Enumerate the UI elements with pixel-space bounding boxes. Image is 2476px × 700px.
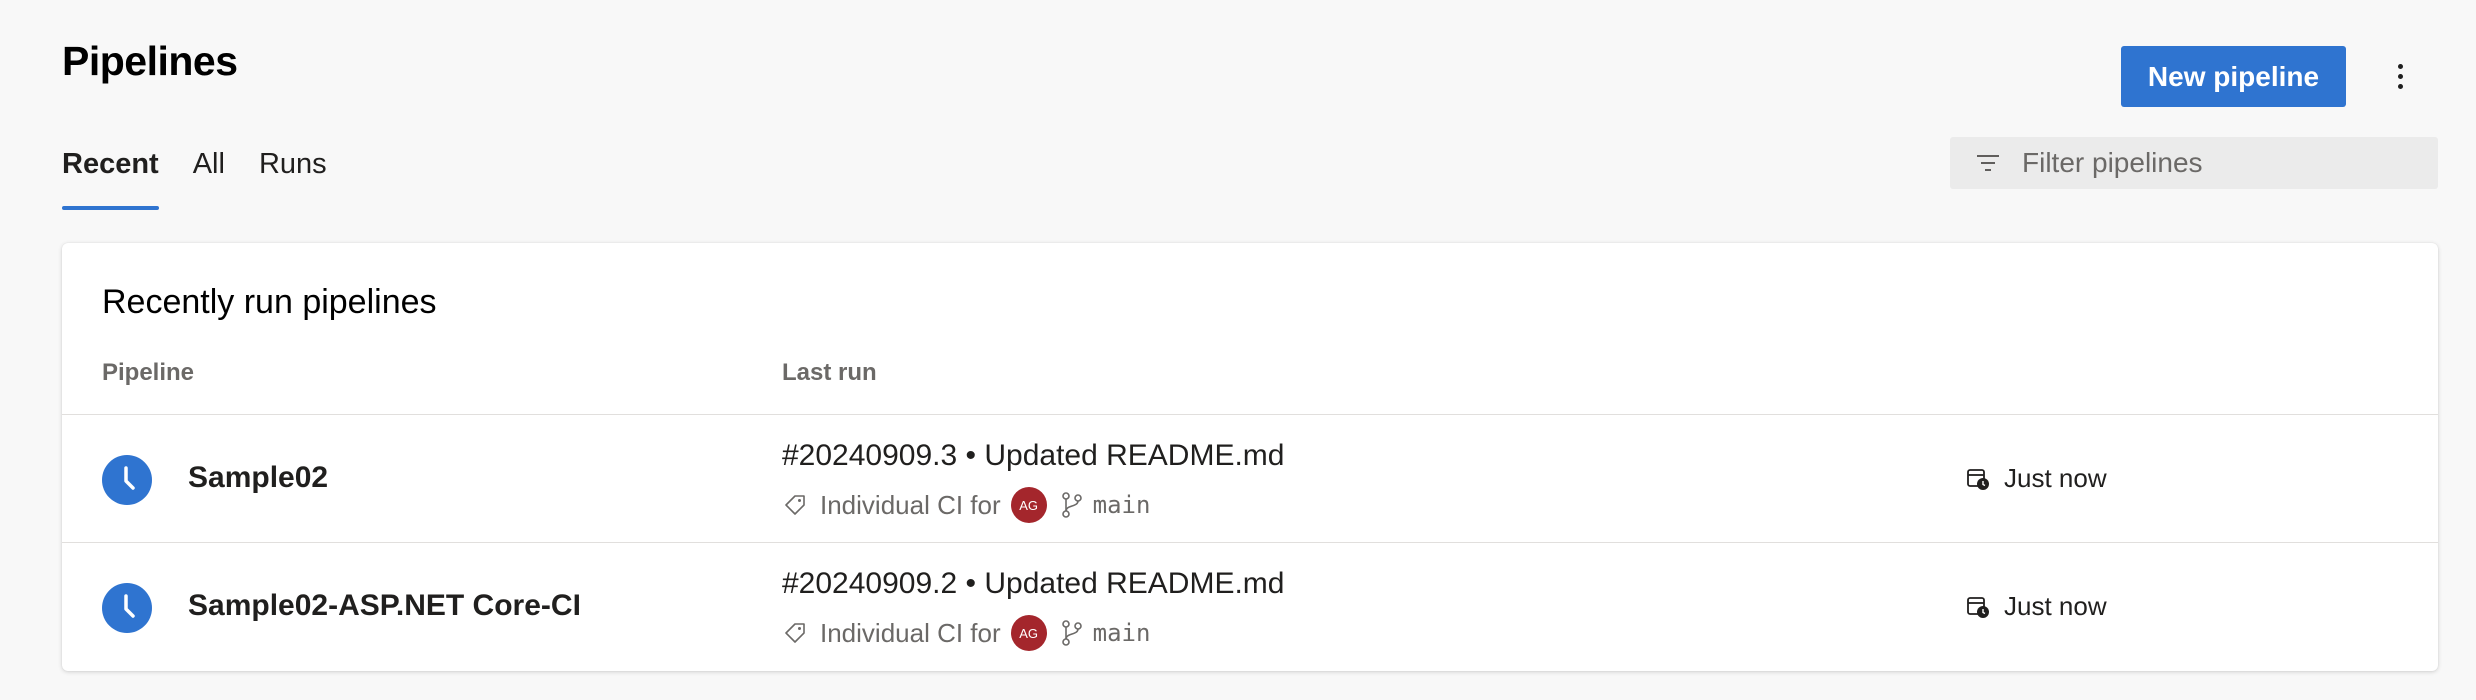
pipelines-page: Pipelines New pipeline Recent All Runs R… bbox=[0, 0, 2476, 700]
column-header-last-run: Last run bbox=[782, 359, 877, 386]
branch-icon bbox=[1061, 492, 1082, 518]
card-title: Recently run pipelines bbox=[102, 283, 437, 321]
tab-recent[interactable]: Recent bbox=[62, 138, 159, 210]
table-row[interactable]: Sample02-ASP.NET Core-CI #20240909.2 • U… bbox=[62, 542, 2438, 670]
more-options-button[interactable] bbox=[2380, 46, 2420, 107]
run-meta: Individual CI for AG main bbox=[784, 615, 1150, 651]
run-title[interactable]: #20240909.2 • Updated README.md bbox=[782, 567, 1284, 601]
tag-icon bbox=[785, 623, 805, 643]
avatar[interactable]: AG bbox=[1010, 487, 1047, 523]
run-time-text: Just now bbox=[2004, 463, 2107, 493]
column-header-pipeline: Pipeline bbox=[102, 359, 195, 386]
run-time: Just now bbox=[1966, 591, 2107, 622]
page-title: Pipelines bbox=[62, 38, 238, 84]
in-progress-clock-icon bbox=[102, 583, 152, 633]
tab-all[interactable]: All bbox=[193, 138, 225, 210]
calendar-clock-icon bbox=[1967, 596, 1989, 618]
more-vertical-icon-dot bbox=[2397, 74, 2403, 79]
pipeline-name[interactable]: Sample02-ASP.NET Core-CI bbox=[188, 589, 581, 623]
run-time: Just now bbox=[1966, 463, 2107, 494]
filter-icon bbox=[1977, 155, 1999, 171]
branch-name[interactable]: main bbox=[1093, 491, 1151, 519]
branch-name[interactable]: main bbox=[1093, 619, 1151, 647]
run-time-text: Just now bbox=[2004, 591, 2107, 621]
tag-icon bbox=[785, 495, 805, 515]
tab-runs[interactable]: Runs bbox=[259, 138, 327, 210]
avatar[interactable]: AG bbox=[1010, 615, 1047, 651]
filter-pipelines-input[interactable] bbox=[2022, 147, 2402, 179]
in-progress-clock-icon bbox=[102, 455, 152, 505]
pipeline-tabs: Recent All Runs bbox=[62, 138, 361, 210]
filter-box[interactable] bbox=[1950, 137, 2438, 189]
pipeline-name[interactable]: Sample02 bbox=[188, 461, 328, 495]
more-vertical-icon bbox=[2397, 64, 2403, 69]
new-pipeline-button[interactable]: New pipeline bbox=[2121, 46, 2346, 107]
more-vertical-icon-dot bbox=[2397, 84, 2403, 89]
table-row[interactable]: Sample02 #20240909.3 • Updated README.md… bbox=[62, 414, 2438, 542]
run-title[interactable]: #20240909.3 • Updated README.md bbox=[782, 439, 1284, 473]
trigger-text: Individual CI for bbox=[820, 617, 1001, 648]
branch-icon bbox=[1061, 620, 1082, 646]
calendar-clock-icon bbox=[1967, 468, 1989, 490]
trigger-text: Individual CI for bbox=[820, 489, 1001, 520]
run-meta: Individual CI for AG main bbox=[784, 487, 1150, 523]
recent-pipelines-card: Recently run pipelines Pipeline Last run… bbox=[62, 243, 2438, 671]
